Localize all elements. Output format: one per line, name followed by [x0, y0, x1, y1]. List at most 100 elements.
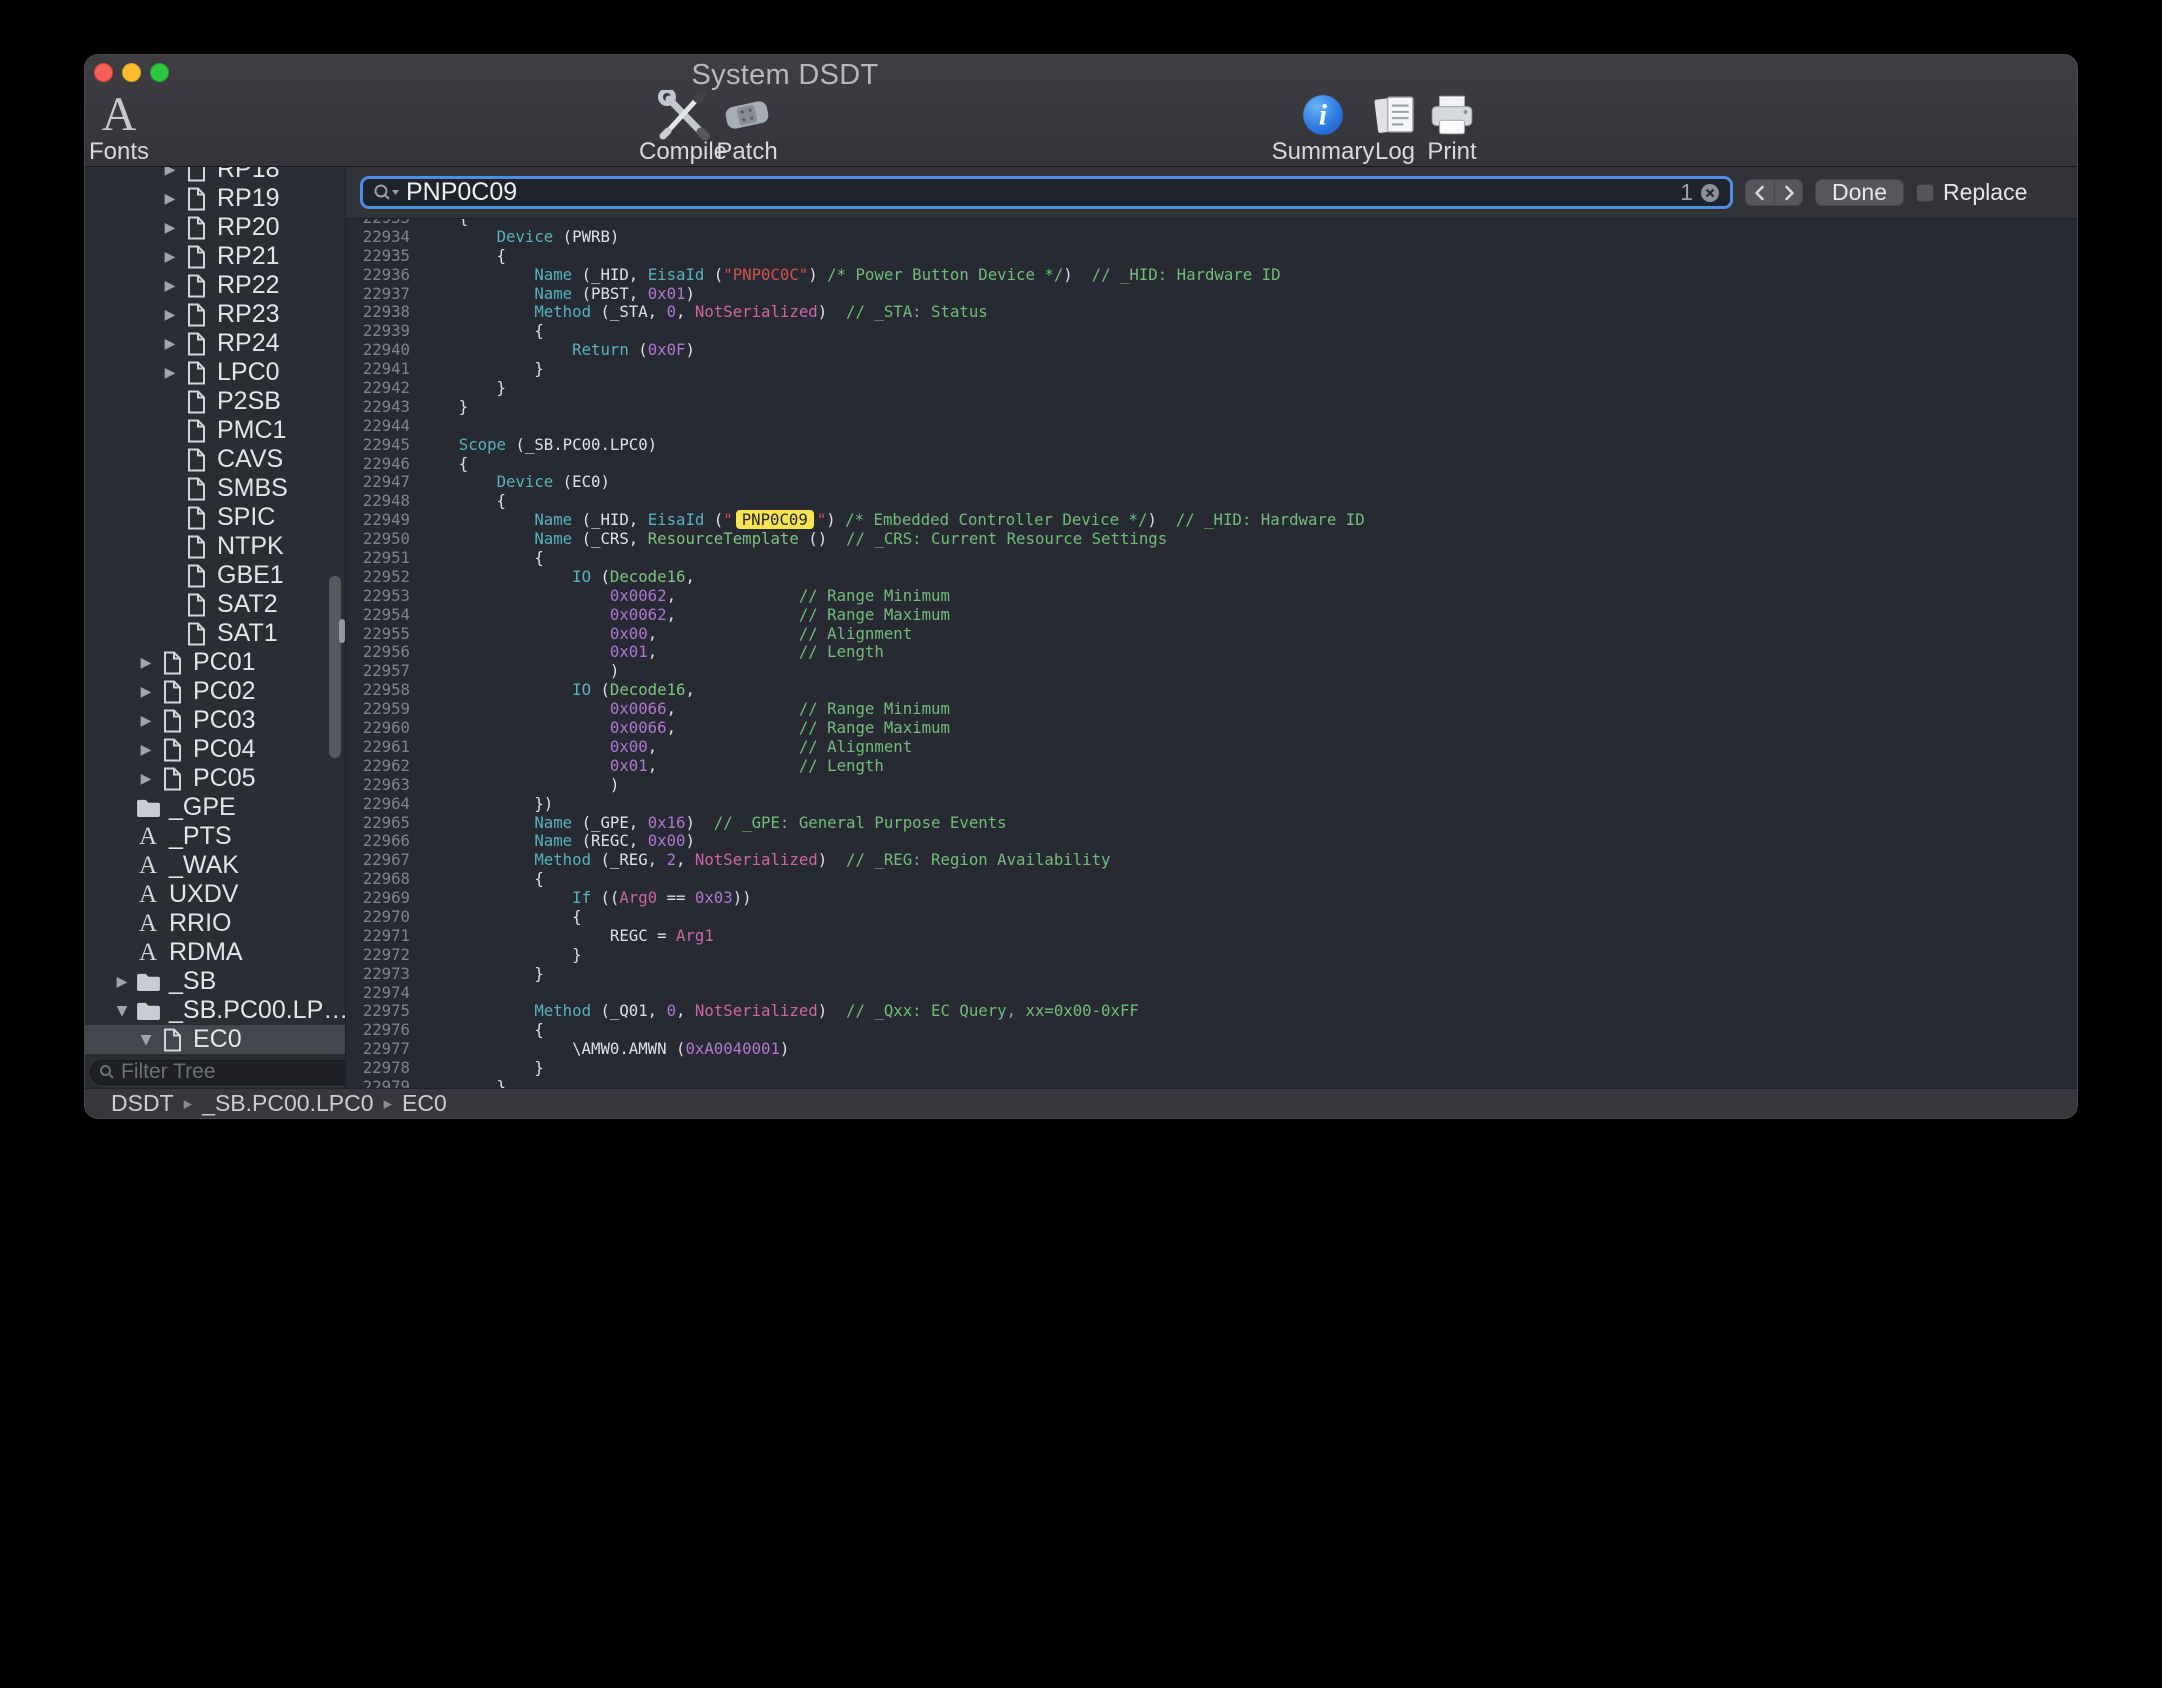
disclosure-collapsed-icon[interactable]: ▶	[135, 713, 157, 729]
document-icon	[163, 738, 182, 762]
log-toolbar-button[interactable]: Log	[1367, 91, 1423, 165]
method-icon: A	[139, 882, 157, 907]
tree-item-label: PMC1	[217, 416, 286, 445]
patch-toolbar-button[interactable]: Patch	[709, 91, 785, 165]
tree-item-_sbpc00lp[interactable]: ▼ _SB.PC00.LP…	[85, 996, 345, 1025]
code-editor[interactable]: 22933 {22934 Device (PWRB)22935 {22936 N…	[346, 219, 2077, 1088]
titlebar[interactable]: System DSDT	[85, 55, 2077, 91]
code-line: 22953 0x0062, // Range Minimum	[346, 587, 2077, 606]
tree-item-_sb[interactable]: ▶_SB	[85, 967, 345, 996]
tree-item-rp22[interactable]: ▶RP22	[85, 271, 345, 300]
line-number: 22940	[346, 341, 410, 360]
tree-item-sat1[interactable]: SAT1	[85, 619, 345, 648]
clear-search-icon[interactable]	[1699, 182, 1721, 204]
disclosure-collapsed-icon[interactable]: ▶	[159, 167, 181, 178]
code-line-text: }	[421, 1059, 544, 1078]
code-line-text: }	[421, 379, 506, 398]
breadcrumb-item[interactable]: EC0	[402, 1090, 447, 1117]
tree-item-pc02[interactable]: ▶PC02	[85, 677, 345, 706]
tree-item-rp23[interactable]: ▶RP23	[85, 300, 345, 329]
tree-item-label: RP24	[217, 329, 280, 358]
disclosure-collapsed-icon[interactable]: ▶	[135, 771, 157, 787]
disclosure-collapsed-icon[interactable]: ▶	[159, 336, 181, 352]
code-line-text: }	[421, 965, 544, 984]
tree-item-rrio[interactable]: ARRIO	[85, 909, 345, 938]
disclosure-collapsed-icon[interactable]: ▶	[159, 191, 181, 207]
filter-bar	[85, 1055, 345, 1088]
splitter-handle[interactable]	[339, 619, 345, 643]
tree-item-rp24[interactable]: ▶ RP24	[85, 329, 345, 358]
tree-item-sat2[interactable]: SAT2	[85, 590, 345, 619]
tree-item-lpc0[interactable]: ▶LPC0	[85, 358, 345, 387]
tree-item-_pts[interactable]: A_PTS	[85, 822, 345, 851]
tree-item-rdma[interactable]: ARDMA	[85, 938, 345, 967]
tree-item-label: _SB.PC00.LP…	[169, 996, 345, 1025]
tree-item-p2sb[interactable]: P2SB	[85, 387, 345, 416]
doc-icon-wrap	[181, 419, 211, 443]
search-field[interactable]: 1	[360, 176, 1733, 209]
tree-item-ntpk[interactable]: NTPK	[85, 532, 345, 561]
disclosure-collapsed-icon[interactable]: ▶	[111, 974, 133, 990]
tree-item-label: EC0	[193, 1025, 242, 1054]
line-number: 22974	[346, 984, 410, 1003]
tree-item-label: UXDV	[169, 880, 238, 909]
tree-item-rp21[interactable]: ▶RP21	[85, 242, 345, 271]
doc-icon-wrap	[181, 390, 211, 414]
tree-item-label: PC05	[193, 764, 256, 793]
breadcrumb-separator-icon: ▸	[184, 1094, 193, 1114]
find-next-button[interactable]	[1774, 180, 1802, 205]
tree-item-rp18[interactable]: ▶RP18	[85, 167, 345, 184]
tree-item-pc05[interactable]: ▶ PC05	[85, 764, 345, 793]
disclosure-collapsed-icon[interactable]: ▶	[135, 684, 157, 700]
code-line: 22945 Scope (_SB.PC00.LPC0)	[346, 436, 2077, 455]
fonts-toolbar-button[interactable]: A Fonts	[87, 91, 151, 165]
folder-icon	[136, 972, 161, 992]
code-line-text: 0x0062, // Range Minimum	[421, 587, 950, 606]
disclosure-expanded-icon[interactable]: ▼	[135, 1032, 157, 1048]
filter-tree-input[interactable]	[121, 1060, 346, 1084]
tree-item-pc03[interactable]: ▶PC03	[85, 706, 345, 735]
document-icon	[163, 651, 182, 675]
tree-item-ec0[interactable]: ▼ EC0	[85, 1025, 345, 1054]
sidebar-scrollbar-thumb[interactable]	[329, 576, 341, 758]
tree-item-rp20[interactable]: ▶RP20	[85, 213, 345, 242]
breadcrumb-item[interactable]: DSDT	[111, 1090, 174, 1117]
disclosure-collapsed-icon[interactable]: ▶	[159, 365, 181, 381]
tree-item-_gpe[interactable]: _GPE	[85, 793, 345, 822]
document-icon	[163, 767, 182, 791]
find-bar: 1	[346, 167, 2077, 219]
disclosure-collapsed-icon[interactable]: ▶	[135, 655, 157, 671]
disclosure-collapsed-icon[interactable]: ▶	[159, 220, 181, 236]
doc-icon-wrap	[181, 448, 211, 472]
disclosure-collapsed-icon[interactable]: ▶	[135, 742, 157, 758]
find-previous-button[interactable]	[1746, 180, 1774, 205]
print-toolbar-button[interactable]: Print	[1421, 91, 1483, 165]
disclosure-collapsed-icon[interactable]: ▶	[159, 249, 181, 265]
disclosure-collapsed-icon[interactable]: ▶	[159, 278, 181, 294]
tree-item-gbe1[interactable]: GBE1	[85, 561, 345, 590]
tree-item-pc04[interactable]: ▶PC04	[85, 735, 345, 764]
done-button[interactable]: Done	[1815, 179, 1904, 206]
find-input[interactable]	[406, 178, 1674, 207]
tree-item-uxdv[interactable]: A UXDV	[85, 880, 345, 909]
summary-toolbar-button[interactable]: i Summary	[1281, 91, 1365, 165]
filter-field[interactable]	[90, 1060, 346, 1085]
code-line: 22960 0x0066, // Range Maximum	[346, 719, 2077, 738]
tree-item-pmc1[interactable]: PMC1	[85, 416, 345, 445]
replace-checkbox[interactable]	[1916, 184, 1934, 202]
tree-item-_wak[interactable]: A_WAK	[85, 851, 345, 880]
line-number: 22961	[346, 738, 410, 757]
tree-item-smbs[interactable]: SMBS	[85, 474, 345, 503]
line-number: 22937	[346, 285, 410, 304]
tree-item-cavs[interactable]: CAVS	[85, 445, 345, 474]
replace-toggle[interactable]: Replace	[1916, 179, 2027, 206]
code-line-text: Name (_HID, EisaId ("PNP0C0C") /* Power …	[421, 266, 1281, 285]
disclosure-expanded-icon[interactable]: ▼	[111, 1003, 133, 1019]
tree-item-spic[interactable]: SPIC	[85, 503, 345, 532]
tree-item-rp19[interactable]: ▶RP19	[85, 184, 345, 213]
disclosure-collapsed-icon[interactable]: ▶	[159, 307, 181, 323]
tree-item-pc01[interactable]: ▶PC01	[85, 648, 345, 677]
code-line-text: )	[421, 662, 619, 681]
tree-item-label: SAT2	[217, 590, 278, 619]
breadcrumb-item[interactable]: _SB.PC00.LPC0	[202, 1090, 373, 1117]
